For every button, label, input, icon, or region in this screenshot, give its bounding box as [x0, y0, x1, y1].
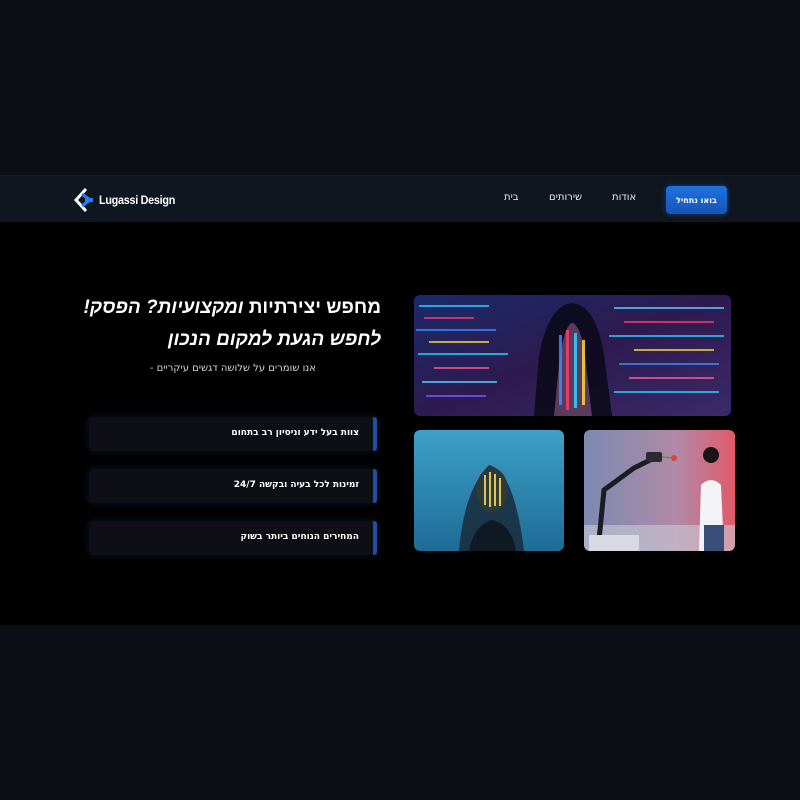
- get-started-button[interactable]: בואו נתחיל: [666, 186, 727, 214]
- brand-logo[interactable]: Lugassi Design: [74, 188, 184, 212]
- girl-blue-projection-image: [414, 430, 564, 551]
- feature-card-team: צוות בעל ידע וניסיון רב בתחום: [89, 417, 377, 451]
- nav-services-link[interactable]: שירותים: [549, 192, 582, 203]
- headline-emphasis-2: לחפש הגעת למקום הנכון: [167, 329, 381, 350]
- headline-line-2: לחפש הגעת למקום הנכון: [41, 324, 381, 356]
- nav-about-link[interactable]: אודות: [612, 192, 636, 203]
- feature-card-prices: המחירים הנוחים ביותר בשוק: [89, 521, 377, 555]
- feature-text: צוות בעל ידע וניסיון רב בתחום: [231, 428, 359, 438]
- woman-code-projection-image: [414, 295, 731, 416]
- nav-home-link[interactable]: בית: [504, 192, 519, 203]
- feature-text: המחירים הנוחים ביותר בשוק: [240, 532, 359, 542]
- brand-name: Lugassi Design: [99, 193, 176, 207]
- hero-subtitle: אנו שומרים על שלושה דגשים עיקריים -: [149, 363, 316, 374]
- headline-text: מחפש יצירתיות: [243, 297, 381, 318]
- woman-robot-arm-image: [584, 430, 735, 551]
- feature-text: זמינות לכל בעיה ובקשה 24/7: [233, 480, 359, 490]
- feature-card-availability: זמינות לכל בעיה ובקשה 24/7: [89, 469, 377, 503]
- hero-section: מחפש יצירתיות ומקצועיות? הפסק! לחפש הגעת…: [0, 222, 800, 625]
- navbar: Lugassi Design בית שירותים אודות בואו נת…: [0, 175, 800, 224]
- lugassi-logo-icon: [74, 188, 94, 212]
- hero-headline: מחפש יצירתיות ומקצועיות? הפסק! לחפש הגעת…: [41, 292, 381, 356]
- headline-line-1: מחפש יצירתיות ומקצועיות? הפסק!: [41, 292, 381, 324]
- headline-emphasis: ומקצועיות? הפסק!: [83, 297, 244, 318]
